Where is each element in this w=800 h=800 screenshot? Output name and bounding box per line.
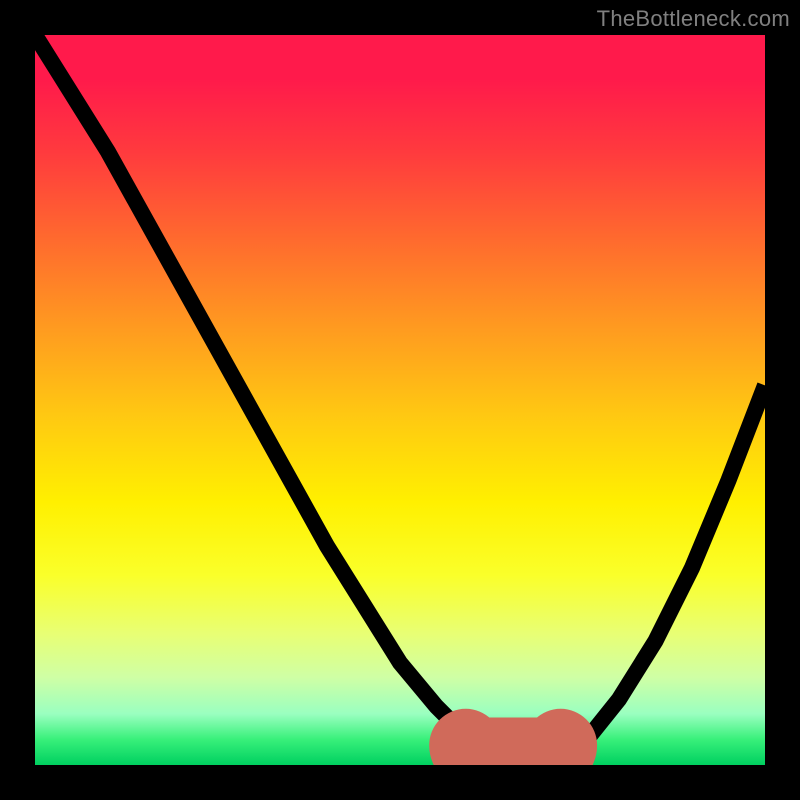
bottleneck-curve [35, 35, 765, 765]
chart-stage: TheBottleneck.com [0, 0, 800, 800]
optimal-range-marker [466, 745, 561, 754]
plot-area [35, 35, 765, 765]
bottleneck-curve-path [35, 35, 765, 765]
curve-layer [35, 35, 765, 765]
watermark-text: TheBottleneck.com [597, 6, 790, 32]
optimal-range-path [466, 745, 561, 754]
